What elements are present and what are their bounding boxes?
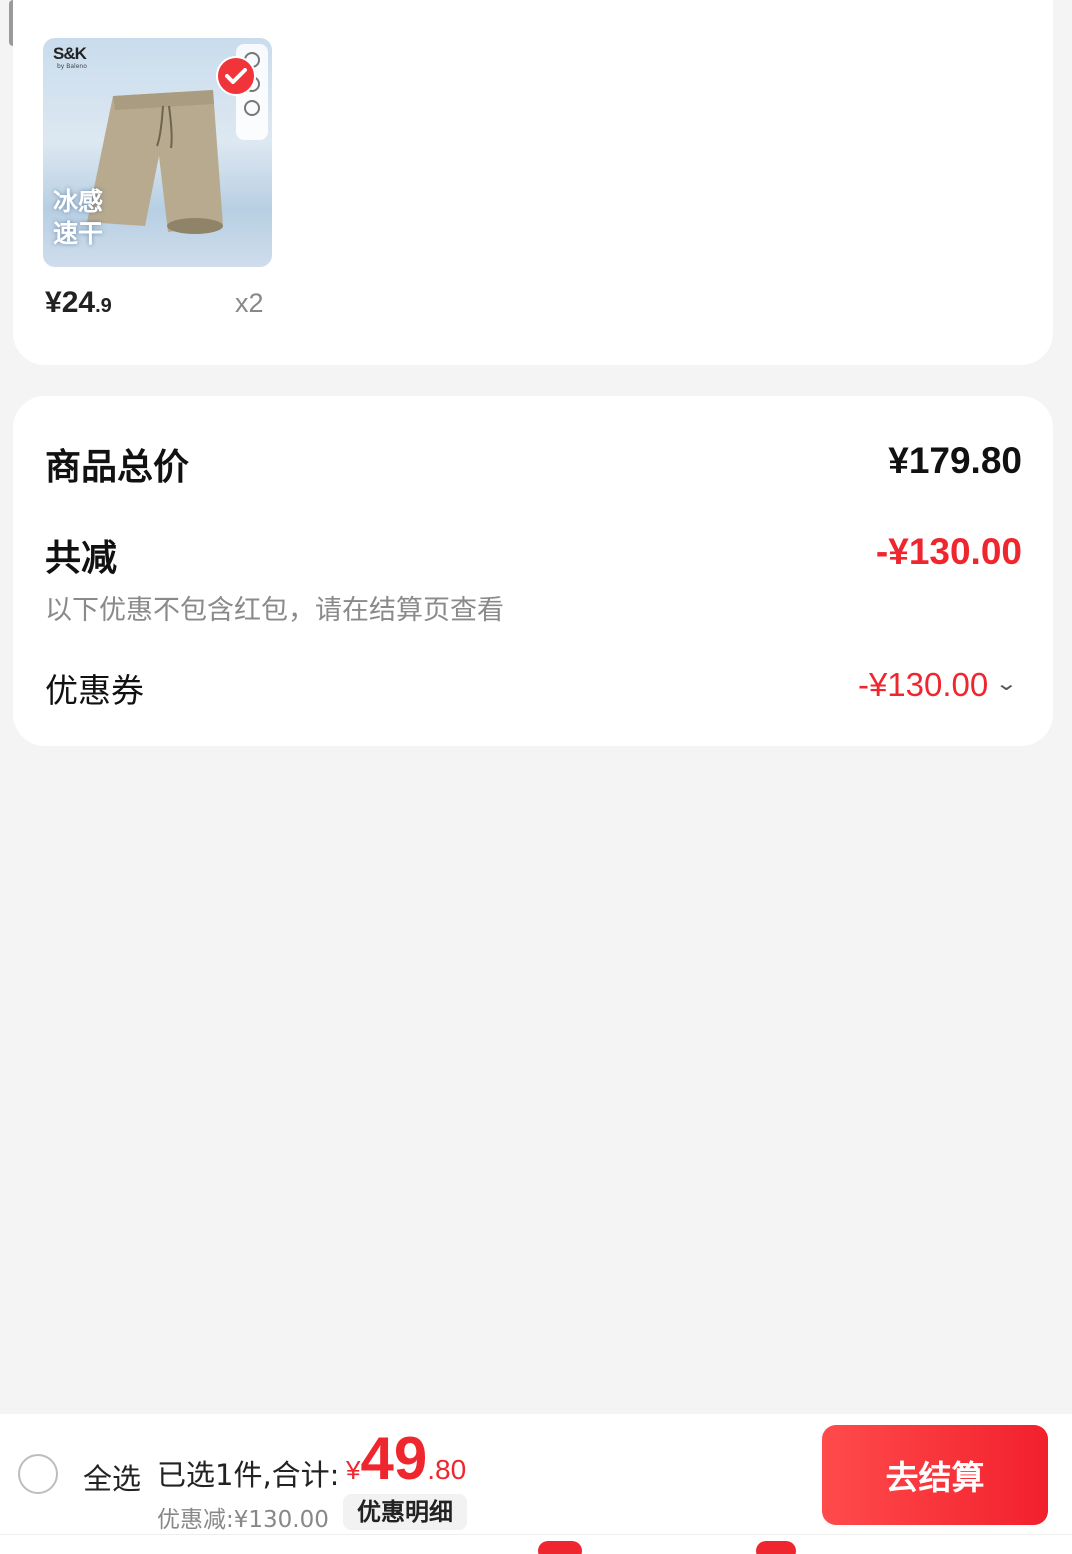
coupon-row[interactable]: -¥130.00 ⌄ [857,666,1019,704]
checkout-button[interactable]: 去结算 [822,1425,1048,1525]
selected-count-text: 已选1件,合计: [157,1458,340,1492]
select-all-label[interactable]: 全选 [83,1456,141,1498]
brand-logo: S&K [53,44,87,63]
notification-badge [538,1541,582,1554]
reduction-value: -¥130.00 [875,531,1022,572]
promo-text: 冰感速干 [53,187,104,248]
total-decimal: .80 [427,1454,467,1485]
product-card: S&K by Baleno 冰感速干 ¥24.9 x2 [13,0,1053,365]
total-int: 49 [360,1425,428,1492]
reduction-label: 共减 [45,538,118,579]
brand-sub-logo: by Baleno [57,63,87,70]
price-symbol: ¥ [45,286,62,319]
total-price-label: 商品总价 [45,447,190,488]
price-summary-card: 商品总价 ¥179.80 共减 -¥130.00 以下优惠不包含红包，请在结算页… [13,396,1053,746]
price-int: 24 [61,286,96,319]
price-decimal: .9 [95,295,112,317]
coupon-label: 优惠券 [45,671,144,710]
discount-amount: 优惠减:¥130.00 [157,1507,329,1533]
select-all-radio[interactable] [18,1454,58,1494]
feature-icon [244,100,260,116]
coupon-value: -¥130.00 [857,666,989,703]
selected-check-icon[interactable] [216,56,256,96]
bottom-tab-bar [0,1534,1072,1554]
notification-badge [756,1541,796,1554]
discount-note: 以下优惠不包含红包，请在结算页查看 [45,595,504,626]
item-price: ¥24.9 [45,286,112,320]
discount-detail-button[interactable]: 优惠明细 [343,1494,467,1530]
total-price-value: ¥179.80 [888,440,1022,481]
chevron-down-icon: ⌄ [994,672,1019,695]
cart-total: ¥49.80 [346,1424,466,1493]
total-symbol: ¥ [346,1455,361,1485]
checkout-bar: 全选 已选1件,合计: ¥49.80 优惠减:¥130.00 优惠明细 去结算 [0,1414,1072,1554]
item-quantity: x2 [235,288,264,318]
